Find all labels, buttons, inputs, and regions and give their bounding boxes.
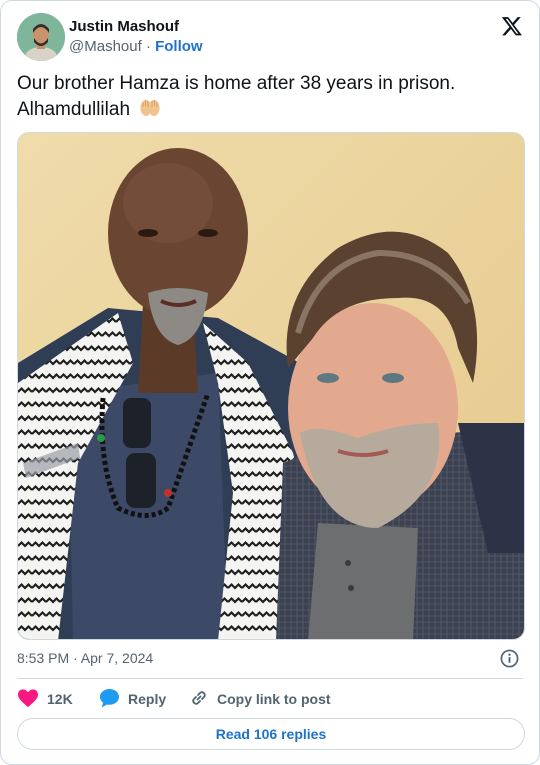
reply-button[interactable]: Reply [99, 687, 166, 711]
tweet-actions: 12K Reply Copy link to post [17, 687, 525, 711]
heart-icon [17, 688, 47, 711]
follow-link[interactable]: Follow [155, 38, 203, 55]
read-replies-button[interactable]: Read 106 replies [17, 718, 525, 750]
reply-label: Reply [128, 691, 167, 707]
tweet-timestamp[interactable]: 8:53 PM · Apr 7, 2024 [17, 649, 153, 667]
author-handle[interactable]: @Mashouf [69, 38, 142, 55]
tweet-card: Justin Mashouf @Mashouf · Follow Our bro… [0, 0, 540, 765]
link-icon [189, 688, 217, 711]
like-button[interactable]: 12K [17, 687, 73, 711]
author-name[interactable]: Justin Mashouf [69, 18, 179, 36]
tweet-photo[interactable] [17, 132, 525, 640]
info-icon[interactable] [500, 649, 519, 668]
author-handle-row: @Mashouf · Follow [69, 38, 203, 56]
divider [17, 678, 523, 679]
handle-separator: · [145, 38, 151, 55]
copy-link-button[interactable]: Copy link to post [189, 687, 331, 711]
x-logo-icon[interactable] [501, 15, 523, 37]
tweet-header: Justin Mashouf @Mashouf · Follow [17, 13, 523, 61]
copy-link-label: Copy link to post [217, 691, 331, 707]
palms-up-together-icon [139, 96, 161, 125]
tweet-text-line2: Alhamdullilah [17, 99, 131, 120]
reply-bubble-icon [99, 688, 128, 711]
tweet-text-line1: Our brother Hamza is home after 38 years… [17, 73, 456, 94]
author-avatar[interactable] [17, 13, 65, 61]
like-count: 12K [47, 691, 73, 707]
tweet-text: Our brother Hamza is home after 38 years… [17, 71, 517, 125]
